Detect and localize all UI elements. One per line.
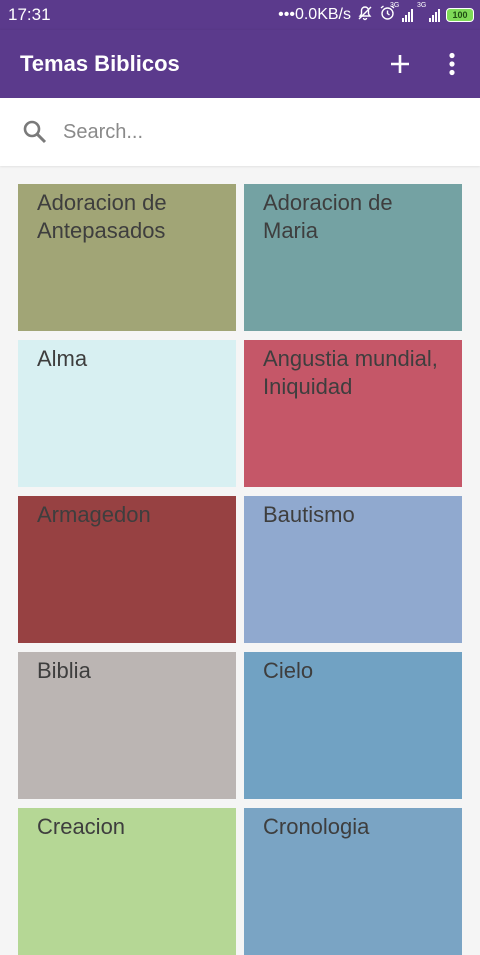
topic-tile[interactable]: Biblia [18,652,236,799]
topic-tile[interactable]: Adoracion de Antepasados [18,184,236,331]
topics-grid: Adoracion de Antepasados Adoracion de Ma… [18,184,462,955]
topic-label: Alma [37,346,88,371]
topic-label: Cronologia [263,814,370,839]
topic-tile[interactable]: Alma [18,340,236,487]
status-time: 17:31 [8,5,51,24]
topic-label: Armagedon [37,502,151,527]
search-input[interactable] [61,119,445,145]
topic-label: Creacion [37,814,126,839]
signal-icon: 3G [390,2,413,22]
more-vert-icon [449,52,455,76]
battery-icon: 100 [446,8,474,22]
add-icon [391,55,409,73]
topic-tile[interactable]: Adoracion de Maria [244,184,462,331]
add-button[interactable] [376,40,424,88]
topic-label: Adoracion de Antepasados [37,190,167,243]
topic-label: Cielo [263,658,314,683]
network-type-label: 3G [390,2,400,9]
topic-tile[interactable]: Angustia mundial, Iniquidad [244,340,462,487]
search-bar [0,98,480,166]
signal-icon: 3G [417,2,440,22]
topic-label: Adoracion de Maria [263,190,393,243]
network-type-label: 3G [417,2,427,9]
topic-tile[interactable]: Creacion [18,808,236,955]
topic-label: Angustia mundial, Iniquidad [263,346,438,399]
topic-tile[interactable]: Cronologia [244,808,462,955]
app-title: Temas Biblicos [20,51,180,76]
status-bar: 17:31 •••0.0KB/s 3G 3G 100 [0,0,480,30]
more-options-button[interactable] [432,40,472,88]
status-icons: •••0.0KB/s 3G 3G 100 [278,2,474,26]
app-bar: Temas Biblicos [0,30,480,98]
topic-tile[interactable]: Cielo [244,652,462,799]
topic-label: Biblia [37,658,91,683]
topic-tile[interactable]: Bautismo [244,496,462,643]
search-icon [23,120,47,144]
network-speed: •••0.0KB/s [278,6,351,23]
topic-tile[interactable]: Armagedon [18,496,236,643]
mute-icon [357,5,373,26]
topic-label: Bautismo [263,502,355,527]
